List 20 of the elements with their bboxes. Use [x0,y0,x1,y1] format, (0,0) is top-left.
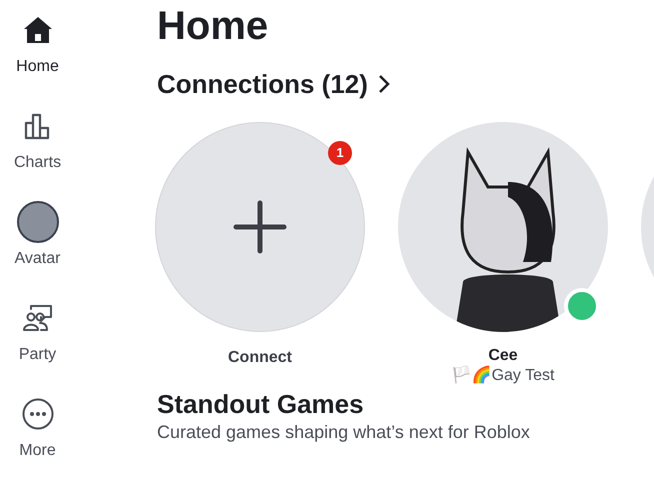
sidebar-item[interactable]: More [0,390,75,486]
more-icon [22,398,54,430]
plus-icon [233,200,287,254]
section-title: Standout Games [157,388,364,420]
sidebar-item[interactable]: Avatar [0,198,75,294]
people-chat-icon [22,302,54,334]
page-title: Home [157,3,268,50]
avatar-photo-placeholder [16,201,58,243]
connection-name: Connect [228,348,292,368]
sidebar-item[interactable]: Party [0,294,75,390]
notification-badge: 1 [328,141,352,165]
connection-name: Cee [488,346,518,366]
connection-status: 🏳🌈Gay Test [452,366,554,384]
chevron-right-icon [378,74,390,94]
sidebar-item[interactable]: Charts [0,102,75,198]
add-connection-button[interactable]: 1 [155,122,365,332]
sidebar-item[interactable]: Home [0,6,75,102]
home-icon [22,16,52,44]
section-subtitle: Curated games shaping what’s next for Roblox [157,421,530,444]
connections-link[interactable]: Connections (12) [157,68,390,100]
